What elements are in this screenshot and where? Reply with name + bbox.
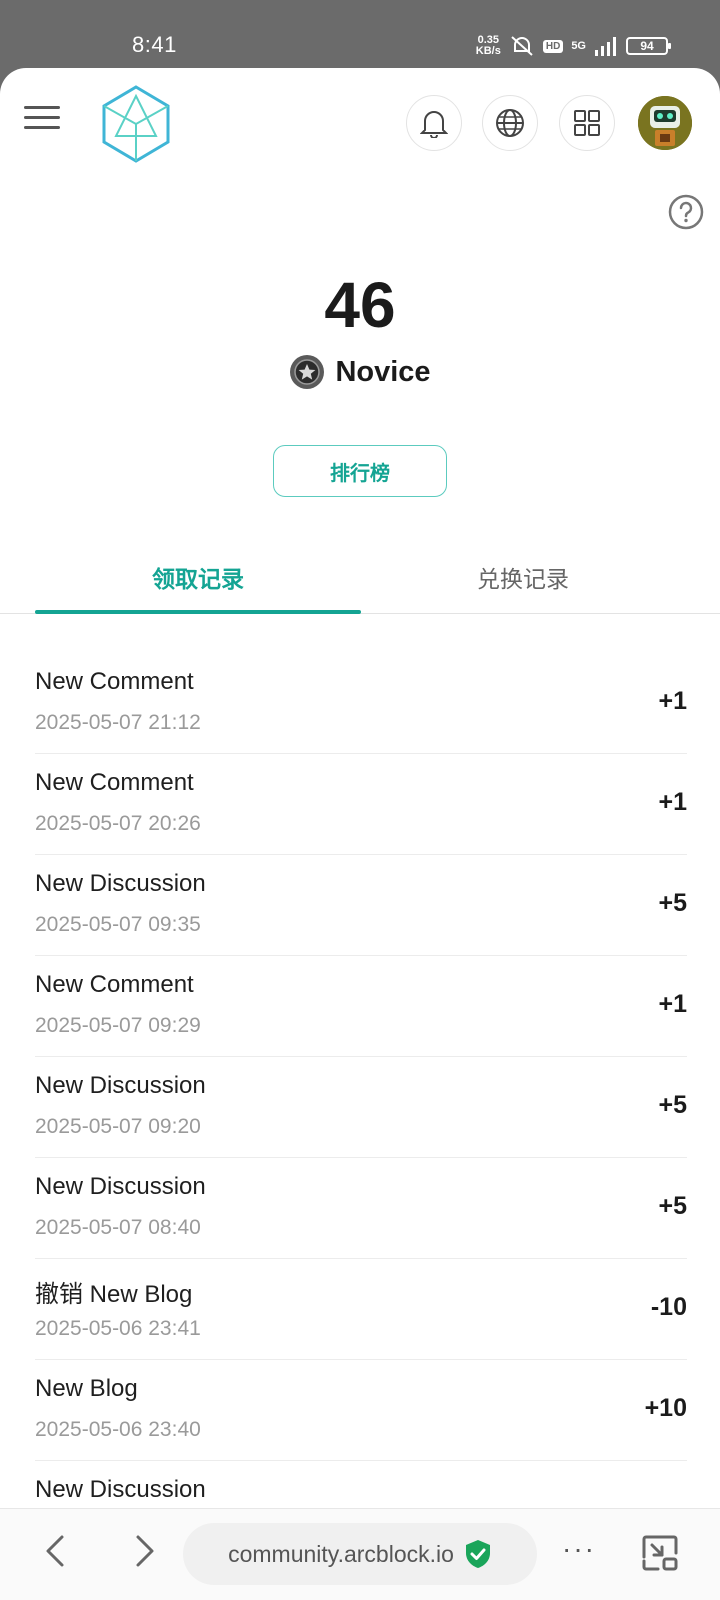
- browser-page: 46 Novice 排行榜 领取记录 兑换记录 New Comment 2025…: [0, 68, 720, 1600]
- signal-icon: [595, 37, 616, 56]
- record-tabs: 领取记录 兑换记录: [0, 540, 720, 614]
- leaderboard-button[interactable]: 排行榜: [273, 445, 447, 497]
- records-list: New Comment 2025-05-07 21:12 +1 New Comm…: [35, 653, 687, 1562]
- list-item: New Blog 2025-05-06 23:40 +10: [35, 1360, 687, 1461]
- record-points: +10: [644, 1394, 687, 1422]
- avatar[interactable]: [638, 96, 692, 150]
- active-tab-indicator: [35, 610, 361, 614]
- battery-level: 94: [640, 39, 654, 53]
- record-title: New Discussion: [35, 870, 206, 897]
- net-speed: 0.35 KB/s: [475, 34, 501, 57]
- apps-button[interactable]: [559, 95, 615, 151]
- level-badge-icon: [290, 355, 325, 389]
- status-bar: 8:41 0.35 KB/s HD 5G 94: [0, 0, 720, 68]
- app-header: [0, 68, 720, 178]
- silent-bell-icon: [511, 36, 533, 56]
- list-item: New Discussion 2025-05-07 09:35 +5: [35, 855, 687, 956]
- secure-shield-icon: [465, 1540, 490, 1568]
- url-text: community.arcblock.io: [228, 1540, 454, 1567]
- list-item: New Comment 2025-05-07 21:12 +1: [35, 653, 687, 754]
- robot-avatar-icon: [638, 96, 692, 150]
- record-time: 2025-05-06 23:40: [35, 1418, 201, 1441]
- arcblock-logo[interactable]: [100, 84, 172, 164]
- menu-icon[interactable]: [24, 106, 60, 136]
- more-options-button[interactable]: ···: [562, 1533, 596, 1565]
- record-title: 撤销 New Blog: [35, 1281, 193, 1308]
- level-name: Novice: [335, 355, 431, 388]
- record-points: +1: [658, 687, 687, 715]
- list-item: New Comment 2025-05-07 20:26 +1: [35, 754, 687, 855]
- back-icon[interactable]: [34, 1529, 78, 1573]
- record-title: New Comment: [35, 971, 194, 998]
- status-icons: 0.35 KB/s HD 5G 94: [475, 34, 671, 58]
- record-time: 2025-05-07 08:40: [35, 1216, 201, 1239]
- record-time: 2025-05-06 23:41: [35, 1317, 201, 1340]
- record-title: New Discussion: [35, 1476, 206, 1503]
- record-points: +5: [658, 889, 687, 917]
- hd-badge: HD: [542, 39, 564, 53]
- bell-icon: [420, 111, 448, 138]
- network-label: 5G: [571, 40, 586, 52]
- level-row: Novice: [0, 354, 720, 390]
- battery-icon: 94: [626, 37, 671, 55]
- minimize-window-icon[interactable]: [638, 1531, 682, 1575]
- forward-icon[interactable]: [122, 1529, 166, 1573]
- apps-grid-icon: [574, 110, 600, 136]
- list-item: New Discussion 2025-05-07 08:40 +5: [35, 1158, 687, 1259]
- record-title: New Blog: [35, 1375, 138, 1402]
- list-item: 撤销 New Blog 2025-05-06 23:41 -10: [35, 1259, 687, 1360]
- record-time: 2025-05-07 09:35: [35, 913, 201, 936]
- record-points: -10: [650, 1293, 687, 1321]
- record-points: +5: [658, 1091, 687, 1119]
- record-title: New Comment: [35, 769, 194, 796]
- list-item: New Discussion 2025-05-07 09:20 +5: [35, 1057, 687, 1158]
- tab-claim-records[interactable]: 领取记录: [35, 540, 361, 614]
- help-icon[interactable]: [668, 194, 704, 230]
- record-time: 2025-05-07 09:20: [35, 1115, 201, 1138]
- record-time: 2025-05-07 21:12: [35, 711, 201, 734]
- record-title: New Comment: [35, 668, 194, 695]
- record-time: 2025-05-07 09:29: [35, 1014, 201, 1037]
- language-button[interactable]: [482, 95, 538, 151]
- record-points: +1: [658, 990, 687, 1018]
- record-points: +5: [658, 1192, 687, 1220]
- record-title: New Discussion: [35, 1173, 206, 1200]
- address-bar[interactable]: community.arcblock.io: [183, 1523, 537, 1585]
- status-time: 8:41: [132, 32, 177, 57]
- notification-button[interactable]: [406, 95, 462, 151]
- record-points: +1: [658, 788, 687, 816]
- record-title: New Discussion: [35, 1072, 206, 1099]
- record-time: 2025-05-07 20:26: [35, 812, 201, 835]
- tab-exchange-records[interactable]: 兑换记录: [360, 540, 686, 614]
- globe-icon: [496, 109, 524, 137]
- browser-toolbar: community.arcblock.io ···: [0, 1508, 720, 1600]
- points-total: 46: [324, 269, 396, 341]
- list-item: New Comment 2025-05-07 09:29 +1: [35, 956, 687, 1057]
